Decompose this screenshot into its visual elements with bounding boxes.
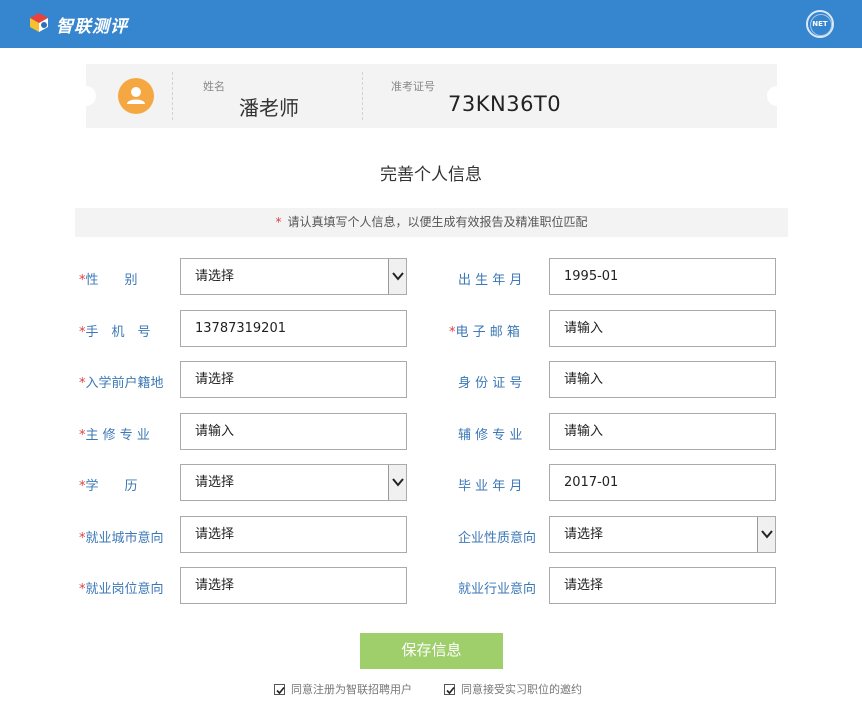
industry-label: 就业行业意向	[458, 582, 537, 597]
agree-internship[interactable]: 同意接受实习职位的邀约	[444, 681, 582, 697]
id-number-label: 身 份 证 号	[458, 376, 523, 391]
brand-name: 智联测评	[56, 17, 128, 37]
save-button[interactable]: 保存信息	[360, 633, 503, 669]
agree-internship-label: 同意接受实习职位的邀约	[461, 683, 582, 696]
job-position-input[interactable]: 请选择	[180, 567, 407, 604]
agree-register-label: 同意注册为智联招聘用户	[291, 683, 412, 696]
graduation-month-input[interactable]: 2017-01	[549, 464, 776, 501]
graduation-month-label: 毕 业 年 月	[458, 479, 523, 494]
industry-input[interactable]: 请选择	[549, 567, 776, 604]
phone-input[interactable]: 13787319201	[180, 310, 407, 347]
job-position-label: *就业岗位意向	[79, 582, 164, 597]
chevron-down-icon[interactable]	[757, 517, 775, 552]
phone-label: *手 机 号	[79, 325, 151, 340]
name-label: 姓名	[203, 80, 225, 93]
exam-id-label: 准考证号	[391, 80, 435, 93]
chevron-down-icon[interactable]	[388, 259, 406, 294]
job-city-label: *就业城市意向	[79, 531, 164, 546]
chevron-down-icon[interactable]	[388, 465, 406, 500]
education-select[interactable]: 请选择	[180, 464, 407, 501]
minor-input[interactable]: 请输入	[549, 413, 776, 450]
birth-month-input[interactable]: 1995-01	[549, 258, 776, 295]
company-type-label: 企业性质意向	[458, 531, 537, 546]
education-label: *学 历	[79, 479, 138, 494]
brand-logo-icon	[30, 13, 48, 32]
candidate-name: 潘老师	[239, 96, 299, 120]
notice-star: *	[275, 215, 282, 229]
avatar	[118, 78, 154, 114]
exam-id: 73KN36T0	[448, 92, 562, 116]
major-input[interactable]: 请输入	[180, 413, 407, 450]
candidate-card: 姓名 潘老师 准考证号 73KN36T0	[76, 64, 787, 128]
checkbox-register[interactable]	[274, 684, 285, 695]
net-badge-icon: NET	[806, 10, 834, 38]
section-title: 完善个人信息	[380, 165, 482, 185]
check-icon	[446, 686, 455, 695]
checkbox-internship[interactable]	[444, 684, 455, 695]
hometown-input[interactable]: 请选择	[180, 361, 407, 398]
notice-text: 请认真填写个人信息，以便生成有效报告及精准职位匹配	[287, 215, 588, 229]
ticket-notch-right	[767, 86, 787, 106]
notice-bar: * 请认真填写个人信息，以便生成有效报告及精准职位匹配	[75, 208, 788, 237]
top-bar: 智联测评 NET	[0, 0, 862, 48]
hometown-label: *入学前户籍地	[79, 376, 164, 391]
card-divider	[172, 72, 173, 120]
birth-month-label: 出 生 年 月	[458, 273, 523, 288]
email-label: *电 子 邮 箱	[449, 325, 520, 340]
id-number-input[interactable]: 请输入	[549, 361, 776, 398]
company-type-select[interactable]: 请选择	[549, 516, 776, 553]
card-divider	[362, 72, 363, 120]
minor-label: 辅 修 专 业	[458, 428, 523, 443]
gender-select[interactable]: 请选择	[180, 258, 407, 295]
gender-label: *性 别	[79, 273, 138, 288]
email-input[interactable]: 请输入	[549, 310, 776, 347]
job-city-input[interactable]: 请选择	[180, 516, 407, 553]
agree-register[interactable]: 同意注册为智联招聘用户	[274, 681, 412, 697]
user-icon	[127, 87, 145, 104]
check-icon	[276, 686, 285, 695]
ticket-notch-left	[76, 86, 96, 106]
major-label: *主 修 专 业	[79, 428, 150, 443]
